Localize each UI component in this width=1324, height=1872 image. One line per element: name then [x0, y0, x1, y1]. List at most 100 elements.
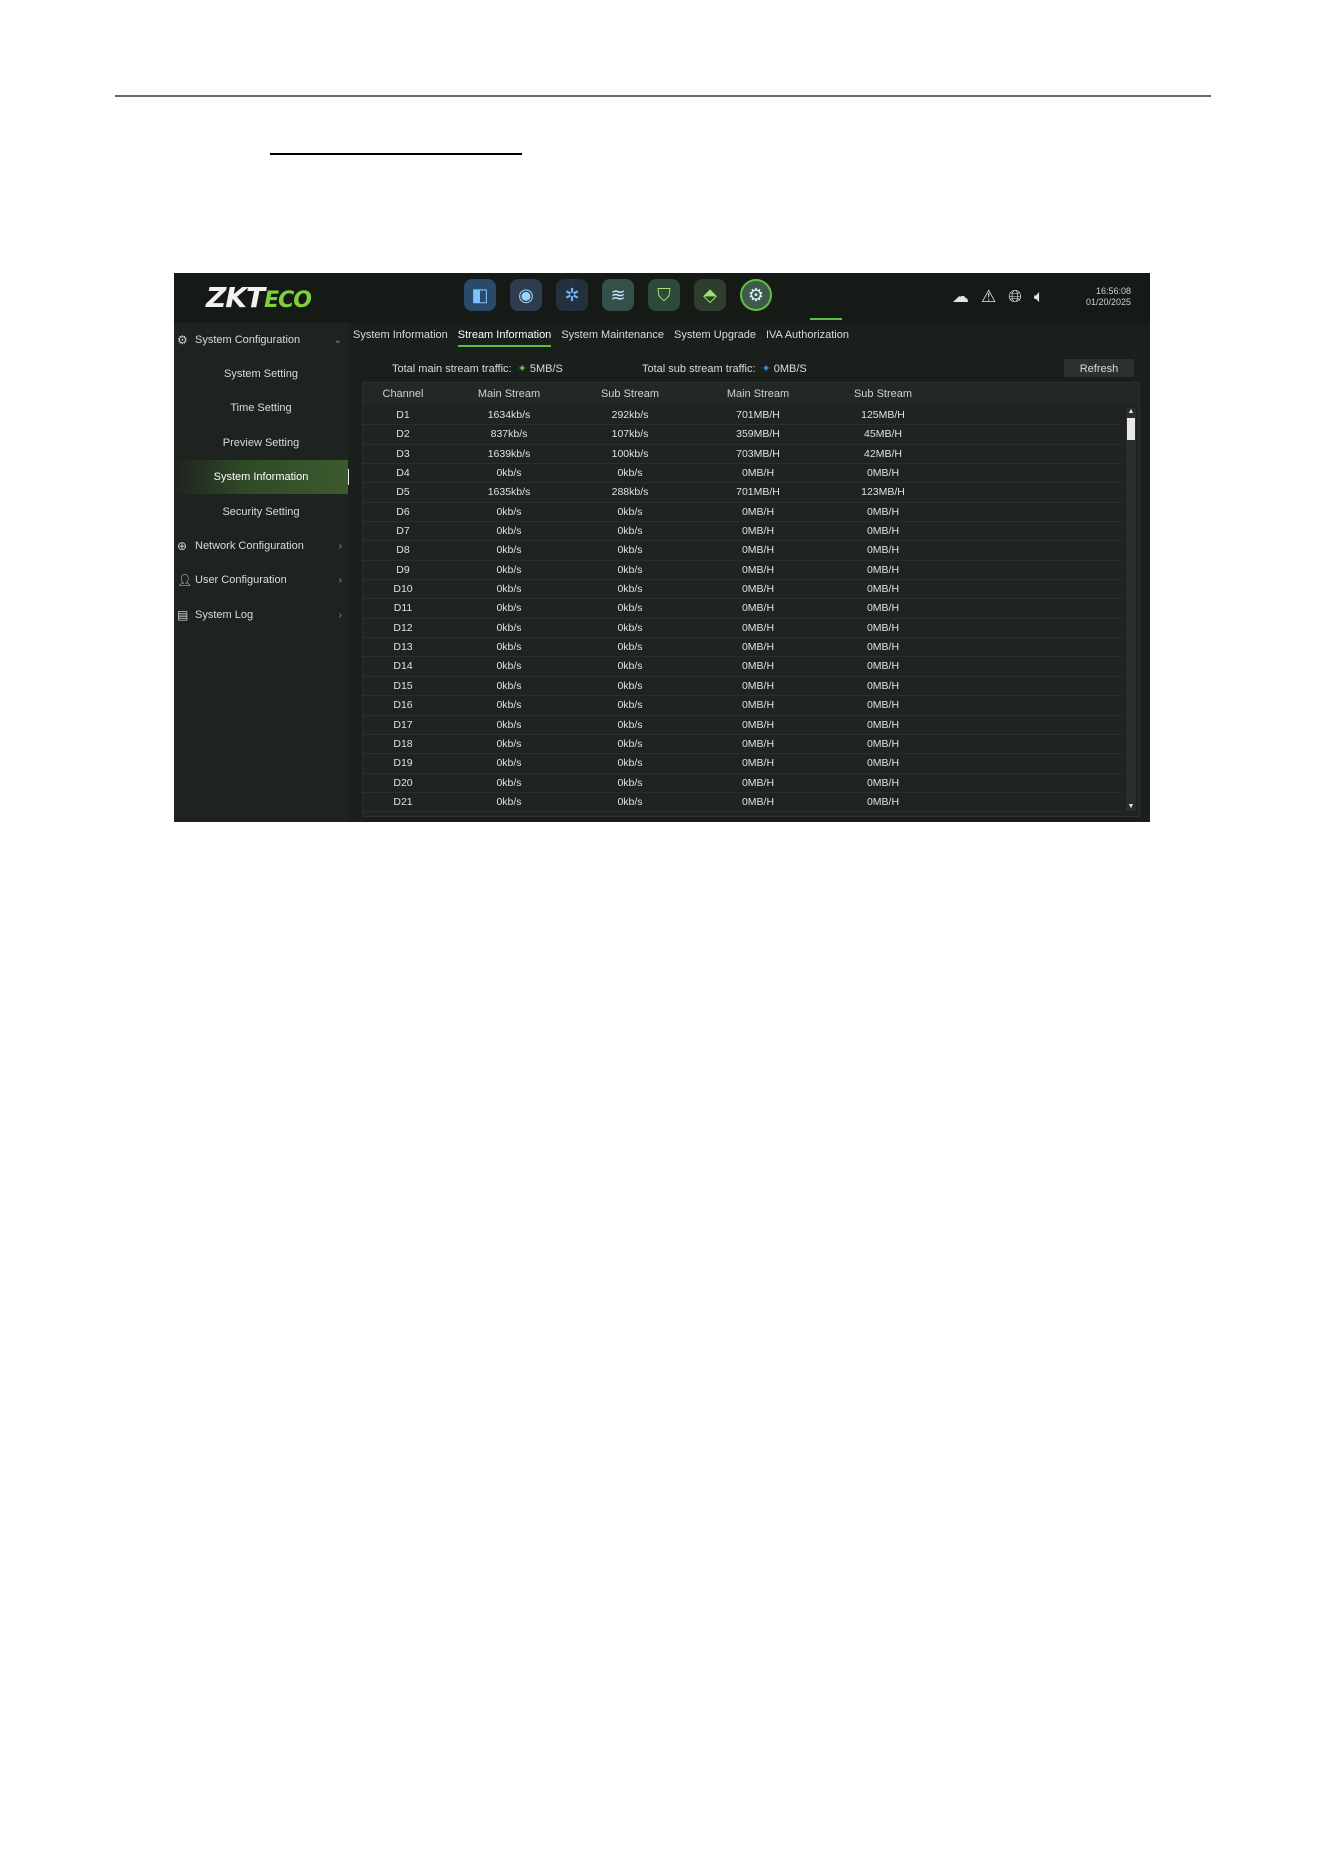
table-row[interactable]: D11 0kb/s 0kb/s 0MB/H 0MB/H	[363, 599, 1123, 619]
tab-stream-information[interactable]: Stream Information	[457, 329, 552, 347]
network-icon[interactable]: ✲	[556, 279, 588, 311]
sidebar-item-system-information[interactable]: System Information	[174, 460, 350, 494]
chevron-right-icon: ›	[338, 574, 342, 586]
table-cell: 0kb/s	[496, 757, 522, 770]
table-cell: 1635kb/s	[487, 486, 531, 499]
logo-main-text: ZKT	[206, 281, 265, 314]
storage-icon[interactable]: ≋	[602, 279, 634, 311]
sidebar-item-time-setting[interactable]: Time Setting	[174, 391, 348, 425]
table-cell: 0MB/H	[866, 718, 900, 731]
table-row[interactable]: D4 0kb/s 0kb/s 0MB/H 0MB/H	[363, 464, 1123, 484]
table-cell: 0kb/s	[496, 776, 522, 789]
table-row[interactable]: D12 0kb/s 0kb/s 0MB/H 0MB/H	[363, 619, 1123, 639]
table-cell: D4	[396, 467, 410, 480]
log-icon: ▤	[177, 608, 189, 622]
main-stream-traffic: Total main stream traffic: ✦ 5MB/S	[392, 362, 563, 375]
scroll-down-arrow-icon[interactable]: ▼	[1126, 803, 1136, 811]
table-cell: 0kb/s	[496, 641, 522, 654]
table-row[interactable]: D9 0kb/s 0kb/s 0MB/H 0MB/H	[363, 561, 1123, 581]
table-row[interactable]: D5 1635kb/s 288kb/s 701MB/H 123MB/H	[363, 483, 1123, 503]
globe-icon[interactable]: 🌐︎	[1008, 287, 1022, 307]
table-cell: D7	[396, 525, 410, 538]
table-row[interactable]: D13 0kb/s 0kb/s 0MB/H 0MB/H	[363, 638, 1123, 658]
sub-stream-traffic: Total sub stream traffic: ✦ 0MB/S	[642, 362, 807, 375]
table-cell: D18	[393, 737, 413, 750]
sidebar-item-system-setting[interactable]: System Setting	[174, 357, 348, 391]
table-row[interactable]: D19 0kb/s 0kb/s 0MB/H 0MB/H	[363, 754, 1123, 774]
table-row[interactable]: D10 0kb/s 0kb/s 0MB/H 0MB/H	[363, 580, 1123, 600]
sidebar-group-system-configuration[interactable]: ⚙ System Configuration ⌄	[174, 323, 348, 357]
app-icon-bar: ◧ ◉ ✲ ≋ ⛉ ⬘ ⚙	[464, 279, 772, 317]
scroll-up-arrow-icon[interactable]: ▲	[1126, 408, 1136, 416]
table-cell: 0MB/H	[866, 776, 900, 789]
table-cell: 107kb/s	[611, 428, 649, 441]
chevron-right-icon: ›	[338, 540, 342, 552]
speaker-icon[interactable]: 🔈︎	[1034, 287, 1044, 307]
cloud-icon[interactable]: ☁	[952, 287, 969, 307]
sidebar-group-network-configuration[interactable]: ⊕ Network Configuration ›	[174, 529, 348, 563]
zkteco-logo: ZKTECO	[206, 281, 312, 314]
table-cell: 0kb/s	[496, 544, 522, 557]
sidebar-group-user-configuration[interactable]: 👤︎ User Configuration ›	[174, 563, 348, 597]
table-cell: 0kb/s	[617, 583, 643, 596]
table-cell: D1	[396, 409, 410, 421]
table-row[interactable]: D8 0kb/s 0kb/s 0MB/H 0MB/H	[363, 541, 1123, 561]
table-cell: 0MB/H	[741, 699, 775, 712]
table-cell: 0kb/s	[496, 718, 522, 731]
tab-system-information[interactable]: System Information	[353, 329, 448, 347]
column-header-sub-stream-volume: Sub Stream	[853, 388, 913, 400]
table-row[interactable]: D18 0kb/s 0kb/s 0MB/H 0MB/H	[363, 735, 1123, 755]
table-row[interactable]: D3 1639kb/s 100kb/s 703MB/H 42MB/H	[363, 445, 1123, 465]
table-cell: 292kb/s	[611, 409, 649, 421]
table-cell: D21	[393, 795, 413, 808]
table-cell: 0kb/s	[496, 737, 522, 750]
table-cell: D17	[393, 718, 413, 731]
table-cell: D6	[396, 505, 410, 518]
table-cell: D11	[393, 602, 413, 615]
table-cell: 0MB/H	[741, 544, 775, 557]
table-cell: D8	[396, 544, 410, 557]
playback-icon[interactable]: ◉	[510, 279, 542, 311]
table-cell: D10	[393, 583, 413, 596]
table-row[interactable]: D16 0kb/s 0kb/s 0MB/H 0MB/H	[363, 696, 1123, 716]
tab-system-upgrade[interactable]: System Upgrade	[674, 329, 756, 347]
tab-iva-authorization[interactable]: IVA Authorization	[766, 329, 849, 347]
users-icon: 👤︎	[177, 573, 193, 587]
table-cell: 0MB/H	[866, 602, 900, 615]
table-row[interactable]: D1 1634kb/s 292kb/s 701MB/H 125MB/H	[363, 406, 1123, 426]
tab-system-maintenance[interactable]: System Maintenance	[561, 329, 664, 347]
pulse-icon: ✦	[761, 363, 771, 375]
table-row[interactable]: D14 0kb/s 0kb/s 0MB/H 0MB/H	[363, 657, 1123, 677]
alarm-box-icon[interactable]: ⬘	[694, 279, 726, 311]
sidebar-item-preview-setting[interactable]: Preview Setting	[174, 426, 348, 460]
camera-icon[interactable]: ◧	[464, 279, 496, 311]
table-row[interactable]: D2 837kb/s 107kb/s 359MB/H 45MB/H	[363, 425, 1123, 445]
sub-traffic-value: 0MB/S	[773, 363, 807, 375]
table-cell: 1634kb/s	[487, 409, 531, 421]
table-row[interactable]: D7 0kb/s 0kb/s 0MB/H 0MB/H	[363, 522, 1123, 542]
sidebar-item-security-setting[interactable]: Security Setting	[174, 495, 348, 529]
gears-icon: ⚙	[177, 333, 188, 347]
table-scrollbar[interactable]: ▲ ▼	[1126, 408, 1136, 811]
table-row[interactable]: D20 0kb/s 0kb/s 0MB/H 0MB/H	[363, 774, 1123, 793]
clock: 16:56:08 01/20/2025	[1086, 286, 1131, 308]
settings-gear-icon[interactable]: ⚙	[740, 279, 772, 311]
column-header-channel: Channel	[382, 388, 424, 400]
alarm-light-icon[interactable]: ⚠	[981, 287, 996, 307]
table-row[interactable]: D21 0kb/s 0kb/s 0MB/H 0MB/H	[363, 793, 1123, 813]
table-body: D1 1634kb/s 292kb/s 701MB/H 125MB/H D2 837kb/s…	[363, 406, 1123, 813]
refresh-button[interactable]: Refresh	[1064, 359, 1134, 377]
table-cell: 0kb/s	[496, 795, 522, 808]
table-row[interactable]: D17 0kb/s 0kb/s 0MB/H 0MB/H	[363, 716, 1123, 735]
table-cell: 0kb/s	[496, 699, 522, 712]
sidebar-group-system-log[interactable]: ▤ System Log ›	[174, 598, 348, 632]
table-cell: D14	[393, 660, 413, 673]
table-cell: 0kb/s	[617, 757, 643, 770]
scroll-thumb[interactable]	[1127, 418, 1135, 440]
table-row[interactable]: D15 0kb/s 0kb/s 0MB/H 0MB/H	[363, 677, 1123, 697]
shield-icon[interactable]: ⛉	[648, 279, 680, 311]
table-cell: 288kb/s	[611, 486, 649, 499]
table-cell: 0kb/s	[617, 699, 643, 712]
table-row[interactable]: D6 0kb/s 0kb/s 0MB/H 0MB/H	[363, 503, 1123, 523]
sidebar-group-label: System Configuration	[195, 334, 301, 346]
